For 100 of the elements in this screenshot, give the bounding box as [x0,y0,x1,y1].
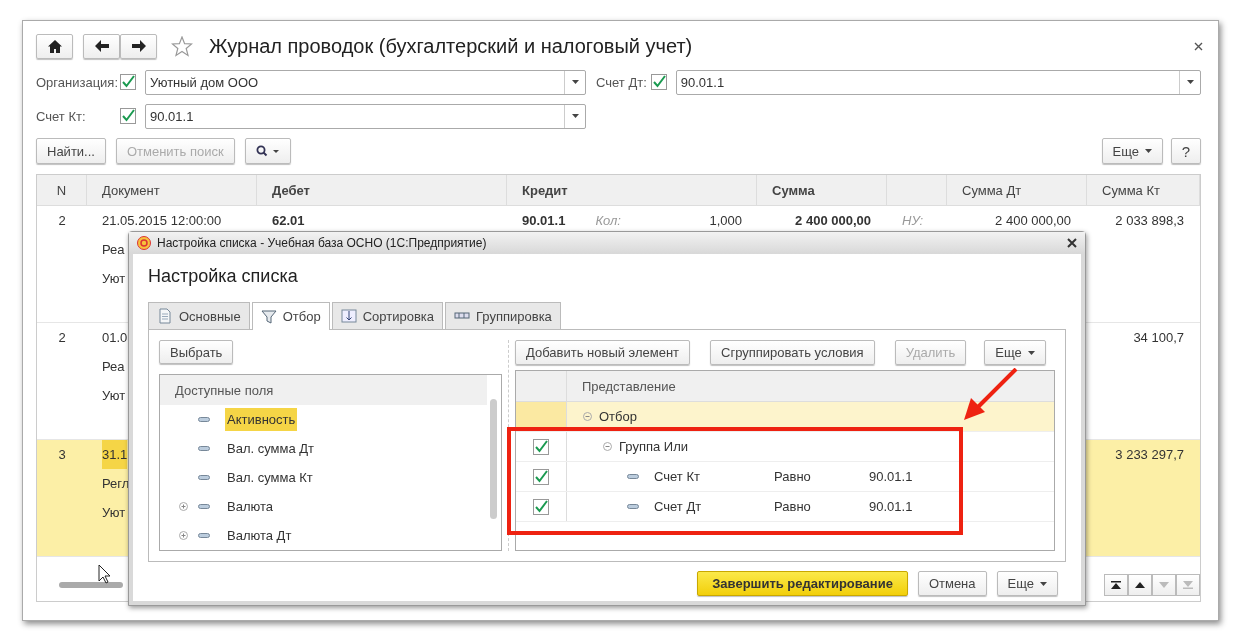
last-icon [1183,581,1193,589]
caret-icon [1027,350,1035,355]
forward-button[interactable] [120,33,157,59]
field-label: Счет Кт: [36,108,87,124]
field-icon [627,504,639,509]
tab[interactable]: Отбор [251,302,330,330]
expand-icon[interactable] [179,531,188,540]
credit-account-field[interactable]: 90.01.1 [145,103,586,129]
back-button[interactable] [83,33,120,59]
field-icon [198,533,210,538]
app-logo-icon [137,236,151,250]
field-icon [198,446,210,451]
close-icon[interactable] [1067,238,1077,248]
back-arrow-icon [94,40,109,52]
table-cell-text: Реа [102,241,125,259]
find-button[interactable]: Найти... [36,138,106,164]
column-header[interactable]: N [37,175,87,205]
checkbox[interactable] [120,74,136,90]
close-icon[interactable] [1194,41,1203,51]
tab[interactable]: Сортировка [331,302,444,329]
more-button[interactable]: Еще [996,571,1058,596]
table-cell-text: 21.05.2015 12:00:00 [102,212,222,230]
column-header: Доступные поля [175,382,274,398]
star-icon[interactable] [171,35,193,57]
column-header[interactable]: Сумма Дт [947,175,1087,205]
table-cell: 2 033 898,3 [1115,213,1184,228]
help-button[interactable]: ? [1171,138,1201,164]
field-list-item[interactable]: Вал. сумма Кт [160,463,487,492]
field-list-item[interactable]: Валюта Дт [160,521,487,550]
filter-row[interactable]: Счет Дт Равно 90.01.1 [516,492,1054,522]
checkbox[interactable] [533,438,549,455]
finish-editing-button[interactable]: Завершить редактирование [697,571,908,596]
column-header: Представление [581,378,676,394]
last-button[interactable] [1176,574,1200,596]
column-header[interactable]: Сумма [757,175,887,205]
collapse-icon[interactable] [583,412,592,421]
field-icon [198,475,210,480]
dropdown-icon [571,114,579,118]
field-list-item[interactable]: Активность [160,405,487,434]
first-button[interactable] [1104,574,1128,596]
dialog-heading: Настройка списка [148,266,299,288]
table-cell: 2 [58,213,66,228]
expand-icon[interactable] [179,502,188,511]
table-cell-text: 01.0 [102,329,128,347]
search-icon [255,145,280,157]
debit-account-field[interactable]: 90.01.1 [675,69,1201,95]
caret-icon [1145,149,1152,153]
checkbox[interactable] [650,74,667,90]
document-icon [157,308,173,324]
table-cell: 34 100,7 [1133,330,1184,345]
table-cell-text: Уют [102,270,126,288]
table-cell: 31.1 [102,440,128,469]
caret-icon [1040,581,1047,586]
table-cell: 90.01.1 [869,469,913,484]
home-button[interactable] [36,33,73,59]
funnel-icon [260,308,277,325]
tab[interactable]: Основные [148,302,250,329]
table-cell: 90.01.1 [522,213,566,228]
table-cell: 62.01 [272,213,305,228]
down-icon [1159,582,1169,588]
column-header[interactable]: Сумма Кт [1087,175,1200,205]
organization-field[interactable]: Уютный дом ООО [145,69,586,95]
search-button[interactable] [244,138,291,164]
cancel-button[interactable]: Отмена [917,571,987,596]
table-cell-text: Равно [774,499,812,514]
column-header[interactable]: Документ [87,175,257,205]
field-list-item[interactable]: Вал. сумма Дт [160,434,487,463]
collapse-icon[interactable] [603,442,612,451]
column-header[interactable]: Дебет [257,175,507,205]
select-button[interactable]: Выбрать [159,340,234,364]
table-cell-text: Равно [774,469,812,484]
table-cell-text: Группа Или [619,439,689,454]
more-button[interactable]: Еще [1101,138,1163,164]
table-cell: 2 400 000,00 [995,213,1071,228]
sort-icon [340,308,357,324]
field-icon [198,417,210,422]
checkbox[interactable] [120,108,136,124]
tab[interactable]: Группировка [445,302,561,329]
filter-row[interactable]: Счет Кт Равно 90.01.1 [516,462,1054,492]
more-button[interactable]: Еще [984,340,1046,365]
toolbar-button[interactable]: Добавить новый элемент [515,340,691,365]
grouping-icon [454,312,471,320]
up-button[interactable] [1128,574,1152,596]
checkbox[interactable] [533,468,549,485]
table-cell-text: Отбор [599,409,638,424]
table-cell: 3 [58,447,66,462]
table-cell: 2 [58,330,66,345]
filter-row[interactable]: Группа Или [516,432,1054,462]
first-icon [1111,581,1121,589]
column-header[interactable]: Кредит [507,175,757,205]
field-list-item[interactable]: Валюта [160,492,487,521]
toolbar-button[interactable]: Сгруппировать условия [710,340,875,365]
checkbox[interactable] [533,498,549,515]
pointer-arrow [962,368,1018,422]
table-cell: Кол: [595,213,621,228]
table-cell: 3 233 297,7 [1115,447,1184,462]
table-cell: 1,000 [709,213,742,228]
table-cell-text: Счет Дт [654,499,703,514]
field-label: Организация: [36,74,120,90]
forward-arrow-icon [131,40,146,52]
